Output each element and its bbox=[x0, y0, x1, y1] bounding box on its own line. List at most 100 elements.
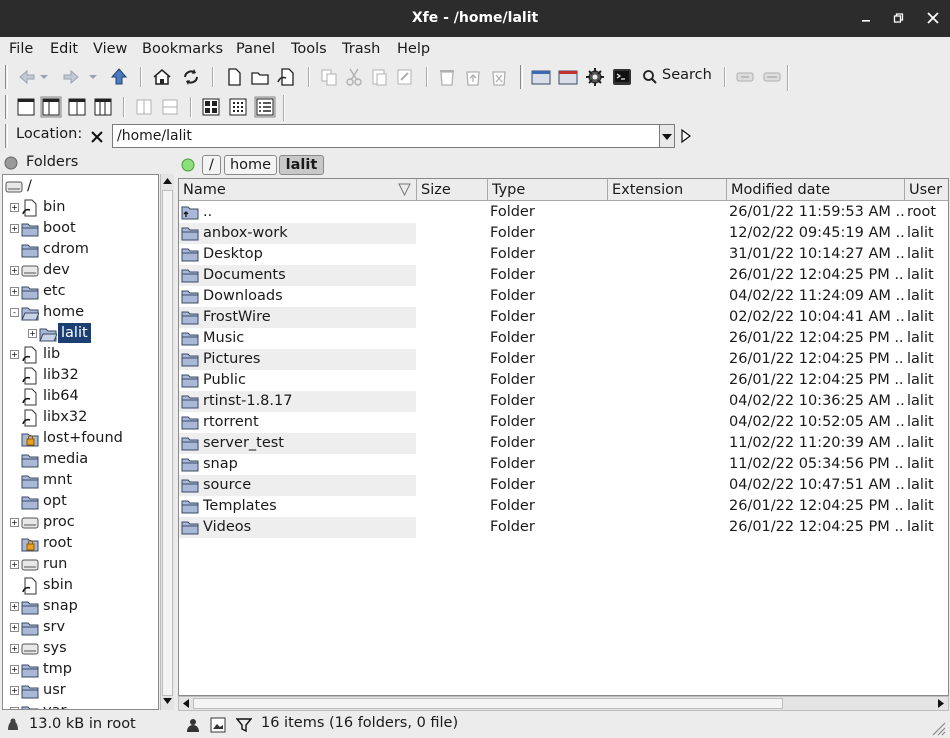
tree-item[interactable]: + boot bbox=[3, 218, 158, 239]
tree-item[interactable]: + tmp bbox=[3, 659, 158, 680]
connect-server-icon[interactable] bbox=[734, 66, 756, 88]
column-header-name[interactable]: Name bbox=[179, 179, 417, 201]
menu-bookmarks[interactable]: Bookmarks bbox=[142, 41, 223, 57]
tree-item[interactable]: lost+found bbox=[3, 428, 158, 449]
file-list-scroll-thumb[interactable] bbox=[193, 698, 783, 709]
scroll-right-arrow-icon[interactable] bbox=[937, 699, 945, 708]
expand-toggle-icon[interactable]: + bbox=[10, 686, 19, 695]
location-dropdown-button[interactable] bbox=[659, 124, 675, 148]
file-row[interactable]: Public Folder 26/01/22 12:04:25 PM ... lali… bbox=[179, 370, 948, 391]
tree-item[interactable]: - home bbox=[3, 302, 158, 323]
file-row[interactable]: FrostWire Folder 02/02/22 10:04:41 AM ... l… bbox=[179, 307, 948, 328]
xfe-root-window-icon[interactable] bbox=[557, 66, 579, 88]
tree-item[interactable]: + proc bbox=[3, 512, 158, 533]
breadcrumb-root[interactable]: / bbox=[202, 155, 221, 175]
tree-item[interactable]: + sys bbox=[3, 638, 158, 659]
horizontal-panels-icon[interactable] bbox=[159, 96, 181, 118]
column-header-user[interactable]: User bbox=[905, 179, 948, 201]
tree-item[interactable]: lib32 bbox=[3, 365, 158, 386]
column-header-type[interactable]: Type bbox=[488, 179, 608, 201]
tree-item[interactable]: + srv bbox=[3, 617, 158, 638]
tree-item[interactable]: media bbox=[3, 449, 158, 470]
tree-item[interactable]: cdrom bbox=[3, 239, 158, 260]
small-icons-view-icon[interactable] bbox=[227, 96, 249, 118]
thumbnails-toggle-icon[interactable] bbox=[210, 717, 226, 733]
scroll-up-arrow-icon[interactable] bbox=[163, 177, 172, 185]
back-history-chevron-down-icon[interactable] bbox=[38, 66, 50, 88]
menu-tools[interactable]: Tools bbox=[291, 41, 327, 57]
delete-icon[interactable] bbox=[488, 66, 510, 88]
resize-grip-icon[interactable] bbox=[930, 720, 946, 736]
home-icon[interactable] bbox=[151, 66, 173, 88]
vertical-panels-icon[interactable] bbox=[133, 96, 155, 118]
breadcrumb-lalit[interactable]: lalit bbox=[279, 155, 324, 175]
tree-item[interactable]: root bbox=[3, 533, 158, 554]
tree-item[interactable]: + dev bbox=[3, 260, 158, 281]
tree-item[interactable]: sbin bbox=[3, 575, 158, 596]
paste-icon[interactable] bbox=[368, 66, 390, 88]
forward-history-chevron-down-icon[interactable] bbox=[87, 66, 99, 88]
breadcrumb-home[interactable]: home bbox=[224, 155, 277, 175]
refresh-icon[interactable] bbox=[180, 66, 202, 88]
copy-icon[interactable] bbox=[318, 66, 340, 88]
cut-icon[interactable] bbox=[343, 66, 365, 88]
file-row[interactable]: Pictures Folder 26/01/22 12:04:25 PM ... la… bbox=[179, 349, 948, 370]
file-row[interactable]: rtinst-1.8.17 Folder 04/02/22 10:36:25 AM … bbox=[179, 391, 948, 412]
one-panel-view-icon[interactable] bbox=[15, 96, 37, 118]
parent-directory-up-arrow-icon[interactable] bbox=[108, 66, 130, 88]
file-row[interactable]: .. Folder 26/01/22 11:59:53 AM ... root bbox=[179, 202, 948, 223]
toolbar-grip[interactable] bbox=[5, 95, 8, 119]
file-list-horizontal-scrollbar[interactable] bbox=[178, 696, 949, 711]
new-folder-icon[interactable] bbox=[249, 66, 271, 88]
file-row[interactable]: Documents Folder 26/01/22 12:04:25 PM ... l… bbox=[179, 265, 948, 286]
back-arrow-icon[interactable] bbox=[16, 66, 38, 88]
new-file-icon[interactable] bbox=[223, 66, 245, 88]
detailed-list-view-icon[interactable] bbox=[254, 96, 276, 118]
expand-toggle-icon[interactable]: + bbox=[10, 665, 19, 674]
menu-edit[interactable]: Edit bbox=[50, 41, 78, 57]
file-row[interactable]: Videos Folder 26/01/22 12:04:25 PM ... lali… bbox=[179, 517, 948, 538]
toolbar-grip[interactable] bbox=[5, 65, 8, 89]
tree-item[interactable]: + bin bbox=[3, 197, 158, 218]
move-to-trash-icon[interactable] bbox=[436, 66, 458, 88]
folder-tree-scroll-thumb[interactable] bbox=[162, 190, 173, 696]
expand-toggle-icon[interactable]: + bbox=[10, 560, 19, 569]
tree-item[interactable]: opt bbox=[3, 491, 158, 512]
new-symlink-icon[interactable] bbox=[275, 66, 297, 88]
expand-toggle-icon[interactable]: + bbox=[10, 287, 19, 296]
folder-tree[interactable]: / + bin + boot cdrom + dev + etc - home + lalit + lib li… bbox=[2, 174, 159, 710]
execute-command-gear-icon[interactable] bbox=[584, 66, 606, 88]
expand-toggle-icon[interactable]: + bbox=[10, 602, 19, 611]
tree-item[interactable]: mnt bbox=[3, 470, 158, 491]
two-panels-view-icon[interactable] bbox=[66, 96, 88, 118]
expand-toggle-icon[interactable]: + bbox=[10, 707, 19, 709]
xfe-window-icon[interactable] bbox=[530, 66, 552, 88]
menu-panel[interactable]: Panel bbox=[236, 41, 275, 57]
expand-toggle-icon[interactable]: + bbox=[10, 203, 19, 212]
search-button[interactable]: Search bbox=[640, 66, 720, 88]
terminal-icon[interactable] bbox=[611, 66, 633, 88]
file-row[interactable]: Music Folder 26/01/22 12:04:25 PM ... lalit bbox=[179, 328, 948, 349]
file-row[interactable]: server_test Folder 11/02/22 11:20:39 AM ..… bbox=[179, 433, 948, 454]
filter-icon[interactable] bbox=[236, 717, 252, 733]
column-header-modified-date[interactable]: Modified date bbox=[727, 179, 905, 201]
go-arrow-icon[interactable] bbox=[680, 128, 692, 144]
tree-item[interactable]: libx32 bbox=[3, 407, 158, 428]
menu-trash[interactable]: Trash bbox=[342, 41, 380, 57]
scroll-left-arrow-icon[interactable] bbox=[182, 699, 190, 708]
tree-and-two-panels-view-icon[interactable] bbox=[92, 96, 114, 118]
tree-and-panel-view-icon[interactable] bbox=[40, 96, 62, 118]
tree-item[interactable]: + snap bbox=[3, 596, 158, 617]
minimize-icon[interactable] bbox=[858, 10, 874, 26]
column-header-size[interactable]: Size bbox=[417, 179, 488, 201]
clear-location-icon[interactable] bbox=[89, 129, 105, 145]
toolbar-grip[interactable] bbox=[520, 65, 523, 89]
file-row[interactable]: Desktop Folder 31/01/22 10:14:27 AM ... lal… bbox=[179, 244, 948, 265]
file-row[interactable]: Downloads Folder 04/02/22 11:24:09 AM ... l… bbox=[179, 286, 948, 307]
expand-toggle-icon[interactable]: + bbox=[10, 518, 19, 527]
tree-item[interactable]: + lalit bbox=[3, 322, 158, 344]
menu-file[interactable]: File bbox=[9, 41, 33, 57]
column-header-extension[interactable]: Extension bbox=[608, 179, 727, 201]
file-row[interactable]: source Folder 04/02/22 10:47:51 AM ... lali… bbox=[179, 475, 948, 496]
menu-view[interactable]: View bbox=[93, 41, 127, 57]
